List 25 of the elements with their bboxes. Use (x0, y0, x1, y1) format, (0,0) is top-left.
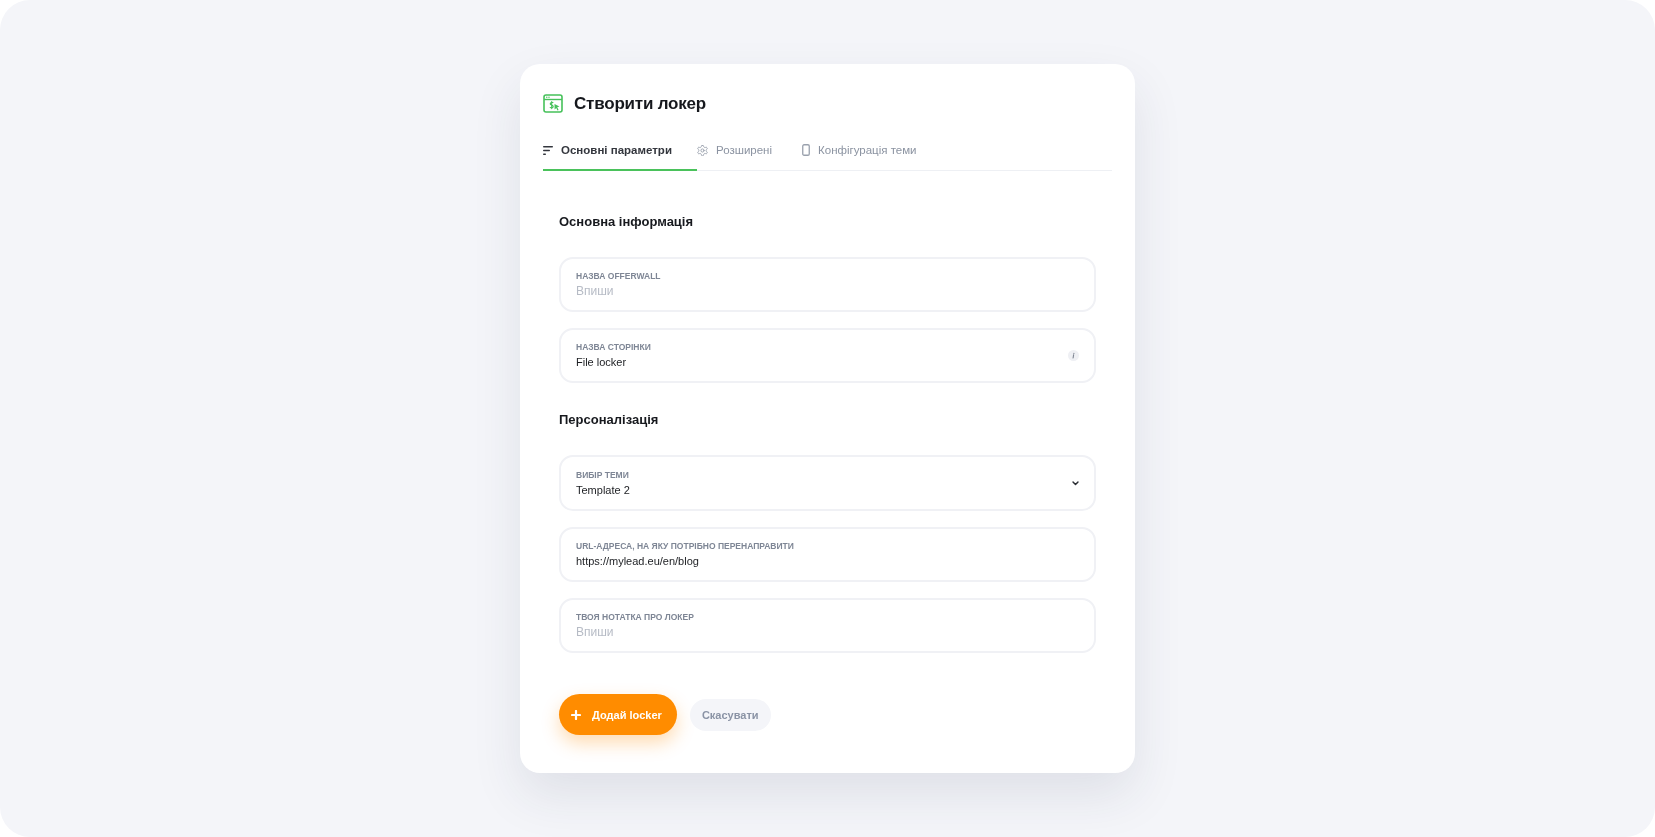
field-label: НАЗВА OFFERWALL (576, 271, 661, 281)
text-field[interactable]: НАЗВА СТОРІНКИ File locker (559, 328, 1096, 383)
select-field[interactable]: ВИБІР ТЕМИ Template 2 (559, 455, 1096, 511)
text-input[interactable]: https://mylead.eu/en/blog (576, 554, 1079, 568)
tab[interactable]: Основні параметри (543, 134, 697, 171)
chevron-down-icon (1072, 480, 1079, 486)
field-label: ВИБІР ТЕМИ (576, 469, 629, 480)
text-field[interactable]: НАЗВА OFFERWALL Впиши (559, 257, 1096, 312)
info-icon[interactable] (1068, 350, 1079, 361)
field-label: URL-АДРЕСА, НА ЯКУ ПОТРІБНО ПЕРЕНАПРАВИТИ (576, 541, 794, 551)
section-heading: Основна інформація (559, 214, 695, 230)
text-input[interactable]: File locker (576, 355, 1068, 369)
text-input[interactable]: Впиши (576, 625, 1079, 639)
browser-window-icon (543, 94, 563, 114)
text-input[interactable]: Впиши (576, 284, 1079, 298)
settings-icon (696, 144, 708, 156)
plus-icon (571, 709, 581, 720)
text-field[interactable]: ТВОЯ НОТАТКА ПРО ЛОКЕР Впиши (559, 598, 1096, 653)
field-label: НАЗВА СТОРІНКИ (576, 342, 651, 352)
sort-lines-icon (543, 145, 553, 155)
mobile-phone-icon (802, 144, 811, 156)
field-label: ТВОЯ НОТАТКА ПРО ЛОКЕР (576, 612, 694, 622)
text-field[interactable]: URL-АДРЕСА, НА ЯКУ ПОТРІБНО ПЕРЕНАПРАВИТИ https://mylead.eu/en/blog (559, 527, 1096, 582)
section-heading: Персоналізація (559, 412, 660, 428)
form-title: Створити локер (574, 94, 707, 114)
